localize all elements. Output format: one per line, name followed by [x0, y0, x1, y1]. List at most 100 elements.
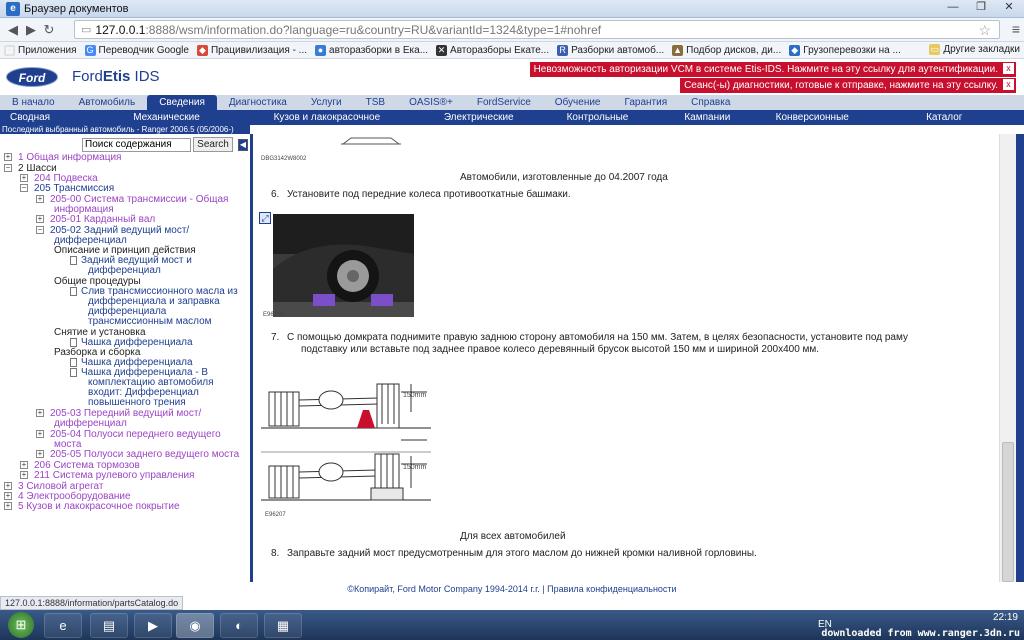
subtab-0[interactable]: Сводная информация — [0, 110, 115, 138]
tab-5[interactable]: TSB — [354, 95, 397, 110]
subtab-7[interactable]: Каталог запчастей — [916, 110, 1016, 138]
bookmark-item[interactable]: ● авторазборки в Ека... — [315, 44, 428, 56]
bookmark-item[interactable]: ▦ Приложения — [4, 44, 77, 56]
url-input[interactable]: ▭ 127.0.0.1:8888/wsm/information.do?lang… — [74, 20, 1000, 39]
tree-node-label[interactable]: 211 Система рулевого управления — [34, 470, 194, 481]
bookmark-label: Грузоперевозки на ... — [803, 44, 901, 56]
tab-1[interactable]: Автомобиль — [67, 95, 148, 110]
tree-node[interactable]: дифференциал — [88, 266, 161, 276]
other-bookmarks[interactable]: ▭ Другие закладки — [929, 44, 1020, 55]
figure-tag: E96207 — [265, 512, 286, 518]
copyright-footer[interactable]: ©Копирайт, Ford Motor Company 1994-2014 … — [0, 582, 1024, 596]
expand-icon[interactable]: + — [36, 430, 44, 438]
bookmark-star-icon[interactable]: ☆ — [978, 22, 991, 39]
tab-7[interactable]: FordService — [465, 95, 543, 110]
tab-4[interactable]: Услуги — [299, 95, 354, 110]
expand-icon[interactable]: + — [36, 215, 44, 223]
tab-3[interactable]: Диагностика — [217, 95, 299, 110]
tree-node-label[interactable]: трансмиссионным маслом — [88, 316, 212, 327]
bookmark-item[interactable]: G Переводчик Google — [84, 44, 189, 56]
bookmark-item[interactable]: ◆ Грузоперевозки на ... — [789, 44, 901, 56]
collapse-icon[interactable]: − — [4, 164, 12, 172]
tree-node-label[interactable]: дифференциал — [54, 418, 127, 429]
bookmark-item[interactable]: ◆ Працивилизация - ... — [196, 44, 307, 56]
tree-node[interactable]: −205 Трансмиссия — [20, 184, 114, 194]
expand-icon[interactable]: + — [4, 492, 12, 500]
back-icon[interactable]: ◀ — [4, 22, 22, 38]
expand-icon[interactable]: + — [36, 195, 44, 203]
search-button[interactable]: Search — [193, 137, 233, 152]
content-scrollbar[interactable] — [999, 134, 1016, 582]
diag-session-alert[interactable]: Сеанс(-ы) диагностики, готовые к отправк… — [680, 78, 1016, 93]
ie-taskbar-icon[interactable]: e — [44, 613, 82, 638]
etis-app: Ford FordEtis IDS Невозможность авториза… — [0, 59, 1024, 582]
collapse-icon[interactable]: − — [36, 226, 44, 234]
start-button-icon[interactable]: ⊞ — [8, 612, 34, 638]
vcm-auth-alert[interactable]: Невозможность авторизации VCM в системе … — [529, 62, 1016, 77]
tab-2[interactable]: Сведения — [147, 95, 217, 110]
expand-icon[interactable]: + — [20, 461, 28, 469]
minimize-icon[interactable]: — — [942, 1, 964, 15]
search-area: Search ◀ — [82, 137, 248, 152]
expand-icon[interactable]: + — [4, 482, 12, 490]
bookmark-favicon-icon: ✕ — [436, 44, 448, 56]
subtab-2[interactable]: Кузов и лакокрасочное покрытие — [264, 110, 426, 138]
tree-node[interactable]: +1 Общая информация — [4, 153, 121, 163]
expand-icon[interactable]: + — [4, 502, 12, 510]
expand-icon[interactable]: + — [4, 153, 12, 161]
subtab-5[interactable]: Кампании FSA — [674, 110, 757, 138]
expand-icon[interactable]: + — [20, 174, 28, 182]
bookmark-item[interactable]: R Разборки автомоб... — [557, 44, 664, 56]
close-icon[interactable]: ✕ — [998, 1, 1020, 15]
collapse-panel-icon[interactable]: ◀ — [238, 138, 248, 151]
clock[interactable]: 22:19 — [993, 612, 1018, 624]
bookmark-item[interactable]: ✕ Авторазборы Екате... — [436, 44, 550, 56]
scrollbar-thumb[interactable] — [1002, 442, 1014, 582]
address-bar: ◀ ▶ ↻ ▭ 127.0.0.1:8888/wsm/information.d… — [0, 18, 1024, 42]
menu-icon[interactable]: ≡ — [1012, 21, 1020, 37]
forward-icon[interactable]: ▶ — [22, 22, 40, 38]
subtab-4[interactable]: Контрольные бланки — [557, 110, 667, 138]
tree-node-label[interactable]: дифференциал — [88, 265, 161, 276]
media-player-taskbar-icon[interactable]: ▶ — [134, 613, 172, 638]
explorer-taskbar-icon[interactable]: ▤ — [90, 613, 128, 638]
document-icon — [70, 358, 77, 367]
reload-icon[interactable]: ↻ — [40, 22, 58, 38]
alert-close-icon[interactable]: x — [1003, 63, 1014, 74]
tree-node-label[interactable]: 205-05 Полуоси заднего ведущего моста — [50, 449, 239, 460]
expand-icon[interactable]: + — [20, 471, 28, 479]
tree-node-label[interactable]: 205 Трансмиссия — [34, 183, 114, 194]
collapse-icon[interactable]: − — [20, 184, 28, 192]
tab-8[interactable]: Обучение — [543, 95, 613, 110]
tree-node[interactable]: повышенного трения — [88, 398, 186, 408]
bookmark-label: Авторазборы Екате... — [450, 44, 550, 56]
tree-node-label[interactable]: 205-01 Карданный вал — [50, 214, 155, 225]
tree-node[interactable]: трансмиссионным маслом — [88, 317, 212, 327]
tree-node[interactable]: +205-01 Карданный вал — [36, 215, 155, 225]
subtab-1[interactable]: Механические ремонты — [123, 110, 245, 138]
tab-6[interactable]: OASIS®+ — [397, 95, 465, 110]
tab-10[interactable]: Справка — [679, 95, 742, 110]
subtab-6[interactable]: Конверсионные автомобили — [766, 110, 908, 138]
tab-9[interactable]: Гарантия — [613, 95, 680, 110]
tree-node[interactable]: +205-05 Полуоси заднего ведущего моста — [36, 450, 239, 460]
tree-node[interactable]: +5 Кузов и лакокрасочное покрытие — [4, 502, 180, 512]
tree-node[interactable]: дифференциал — [54, 419, 127, 429]
alert-close-icon[interactable]: x — [1003, 79, 1014, 90]
expand-icon[interactable]: + — [36, 450, 44, 458]
tree-node-label[interactable]: 1 Общая информация — [18, 153, 121, 163]
tree-node[interactable]: +211 Система рулевого управления — [20, 471, 194, 481]
bookmark-item[interactable]: ▲ Подбор дисков, ди... — [672, 44, 781, 56]
tree-node-label[interactable]: повышенного трения — [88, 397, 186, 408]
tab-0[interactable]: В начало — [0, 95, 67, 110]
ids-taskbar-icon[interactable]: ▦ — [264, 613, 302, 638]
tree-node-label[interactable]: 5 Кузов и лакокрасочное покрытие — [18, 501, 180, 512]
expand-icon[interactable]: + — [36, 409, 44, 417]
subtab-3[interactable]: Электрические схемы — [434, 110, 549, 138]
search-input[interactable] — [82, 137, 191, 152]
chrome-taskbar-icon[interactable]: ◉ — [176, 613, 214, 638]
maximize-icon[interactable]: ❐ — [970, 1, 992, 15]
bookmarks-bar: ▦ Приложения G Переводчик Google ◆ Працивилиз… — [0, 42, 1024, 59]
firefox-taskbar-icon[interactable]: ◐ — [220, 613, 258, 638]
zoom-icon[interactable]: ⤢ — [259, 212, 271, 224]
